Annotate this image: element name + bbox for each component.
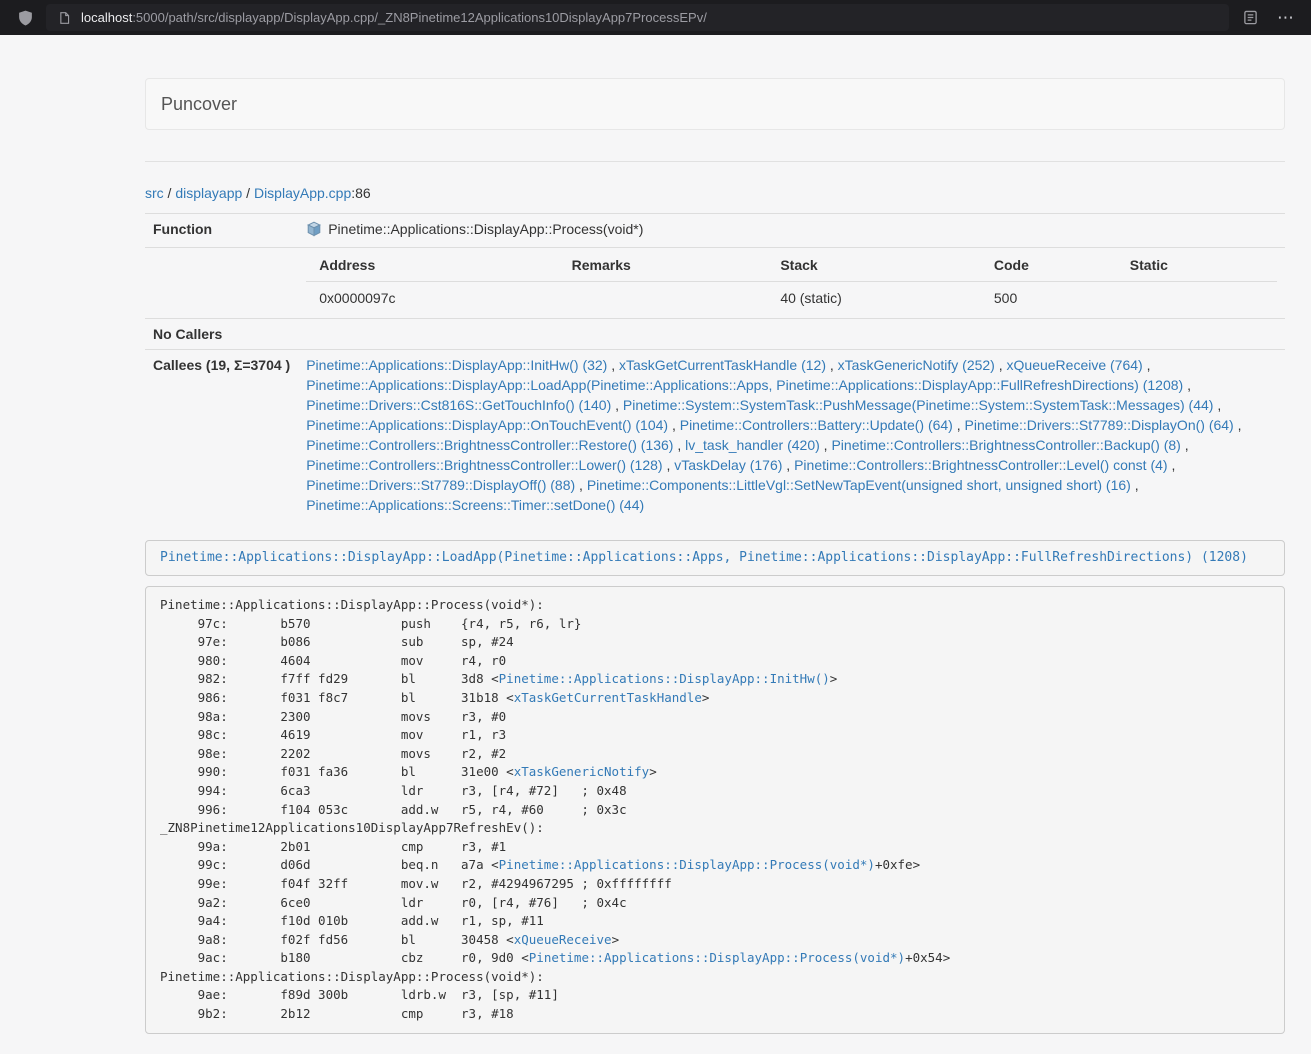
metrics-value: 500 bbox=[981, 282, 1117, 314]
reader-view-icon[interactable] bbox=[1237, 5, 1263, 31]
callee-link[interactable]: Pinetime::Applications::Screens::Timer::… bbox=[306, 497, 644, 513]
breadcrumb-link[interactable]: DisplayApp.cpp bbox=[254, 185, 351, 201]
callee-link[interactable]: xQueueReceive (764) bbox=[1007, 357, 1143, 373]
no-callers-label: No Callers bbox=[145, 319, 298, 350]
breadcrumb-link[interactable]: src bbox=[145, 185, 164, 201]
callee-link[interactable]: Pinetime::Controllers::Battery::Update()… bbox=[680, 417, 953, 433]
callee-link[interactable]: Pinetime::Applications::DisplayApp::Init… bbox=[306, 357, 607, 373]
callee-separator: , bbox=[1234, 417, 1242, 433]
metrics-header: Code bbox=[981, 253, 1117, 282]
metrics-row: AddressRemarksStackCodeStatic 0x0000097c… bbox=[145, 248, 1285, 319]
callee-link[interactable]: Pinetime::Drivers::St7789::DisplayOn() (… bbox=[965, 417, 1234, 433]
disassembly: Pinetime::Applications::DisplayApp::Proc… bbox=[145, 586, 1285, 1034]
metrics-value-row: 0x0000097c 40 (static)500 bbox=[306, 282, 1277, 314]
metrics-value: 40 (static) bbox=[767, 282, 981, 314]
function-name: Pinetime::Applications::DisplayApp::Proc… bbox=[328, 221, 643, 237]
callee-separator: , bbox=[1213, 397, 1221, 413]
breadcrumb-separator: / bbox=[242, 185, 254, 201]
callee-link[interactable]: Pinetime::Applications::DisplayApp::OnTo… bbox=[306, 417, 668, 433]
function-name-cell: Pinetime::Applications::DisplayApp::Proc… bbox=[298, 214, 1285, 248]
callee-link[interactable]: xTaskGetCurrentTaskHandle (12) bbox=[619, 357, 826, 373]
code-symbol-link[interactable]: xTaskGenericNotify bbox=[514, 764, 649, 779]
callees-label: Callees (19, Σ=3704 ) bbox=[145, 350, 298, 521]
callee-link[interactable]: Pinetime::Controllers::BrightnessControl… bbox=[306, 457, 662, 473]
metrics-header: Remarks bbox=[559, 253, 768, 282]
code-symbol-link[interactable]: Pinetime::Applications::DisplayApp::Init… bbox=[499, 671, 830, 686]
symbol-table: Function Pinetime::Applications::Display… bbox=[145, 213, 1285, 520]
divider bbox=[145, 161, 1285, 162]
function-label: Function bbox=[145, 214, 298, 248]
callee-link[interactable]: lv_task_handler (420) bbox=[685, 437, 820, 453]
callee-separator: , bbox=[673, 437, 685, 453]
code-symbol-link[interactable]: Pinetime::Applications::DisplayApp::Proc… bbox=[499, 857, 875, 872]
snippet-header-link[interactable]: Pinetime::Applications::DisplayApp::Load… bbox=[160, 550, 1248, 565]
page-icon[interactable] bbox=[55, 9, 73, 27]
metrics-cell: AddressRemarksStackCodeStatic 0x0000097c… bbox=[298, 248, 1285, 319]
callee-link[interactable]: Pinetime::Components::LittleVgl::SetNewT… bbox=[587, 477, 1131, 493]
callee-separator: , bbox=[953, 417, 965, 433]
callees-row: Callees (19, Σ=3704 ) Pinetime::Applicat… bbox=[145, 350, 1285, 521]
breadcrumb-separator: / bbox=[164, 185, 176, 201]
breadcrumb-suffix: :86 bbox=[351, 185, 370, 201]
callee-separator: , bbox=[575, 477, 587, 493]
code-symbol-link[interactable]: xTaskGetCurrentTaskHandle bbox=[514, 690, 702, 705]
metrics-header: Stack bbox=[767, 253, 981, 282]
main-container: Puncover src / displayapp / DisplayApp.c… bbox=[145, 78, 1285, 1034]
breadcrumb-link[interactable]: displayapp bbox=[175, 185, 242, 201]
symbol-type-icon bbox=[306, 221, 322, 242]
callee-link[interactable]: Pinetime::Controllers::BrightnessControl… bbox=[306, 437, 673, 453]
callee-link[interactable]: Pinetime::Drivers::St7789::DisplayOff() … bbox=[306, 477, 575, 493]
metrics-value: 0x0000097c bbox=[306, 282, 558, 314]
metrics-value bbox=[559, 282, 768, 314]
metrics-header: Address bbox=[306, 253, 558, 282]
callers-row: No Callers bbox=[145, 319, 1285, 350]
code-symbol-link[interactable]: Pinetime::Applications::DisplayApp::Proc… bbox=[529, 950, 905, 965]
callee-separator: , bbox=[611, 397, 623, 413]
callee-link[interactable]: Pinetime::System::SystemTask::PushMessag… bbox=[623, 397, 1214, 413]
url-host: localhost bbox=[81, 10, 132, 25]
code-symbol-link[interactable]: xQueueReceive bbox=[514, 932, 612, 947]
url-path: :5000/path/src/displayapp/DisplayApp.cpp… bbox=[132, 10, 707, 25]
metrics-table: AddressRemarksStackCodeStatic 0x0000097c… bbox=[306, 253, 1277, 313]
shield-icon[interactable] bbox=[12, 5, 38, 31]
metrics-value bbox=[1117, 282, 1277, 314]
callee-link[interactable]: vTaskDelay (176) bbox=[674, 457, 782, 473]
callee-separator: , bbox=[782, 457, 794, 473]
callee-separator: , bbox=[1183, 377, 1191, 393]
brand-link[interactable]: Puncover bbox=[146, 79, 252, 129]
callee-separator: , bbox=[663, 457, 675, 473]
callee-separator: , bbox=[1168, 457, 1176, 473]
callee-separator: , bbox=[1131, 477, 1139, 493]
metrics-header: Static bbox=[1117, 253, 1277, 282]
overflow-menu-icon[interactable]: ⋯ bbox=[1273, 9, 1299, 26]
callee-separator: , bbox=[668, 417, 680, 433]
callee-separator: , bbox=[1143, 357, 1151, 373]
callee-separator: , bbox=[995, 357, 1007, 373]
snippet-header-panel: Pinetime::Applications::DisplayApp::Load… bbox=[145, 540, 1285, 576]
browser-toolbar: localhost:5000/path/src/displayapp/Displ… bbox=[0, 0, 1311, 35]
callee-link[interactable]: Pinetime::Drivers::Cst816S::GetTouchInfo… bbox=[306, 397, 611, 413]
navbar: Puncover bbox=[145, 78, 1285, 130]
address-bar[interactable]: localhost:5000/path/src/displayapp/Displ… bbox=[46, 4, 1229, 31]
callee-separator: , bbox=[1181, 437, 1189, 453]
callee-link[interactable]: Pinetime::Controllers::BrightnessControl… bbox=[794, 457, 1167, 473]
callee-separator: , bbox=[820, 437, 832, 453]
callee-separator: , bbox=[826, 357, 838, 373]
url-text: localhost:5000/path/src/displayapp/Displ… bbox=[81, 10, 707, 25]
callees-list: Pinetime::Applications::DisplayApp::Init… bbox=[298, 350, 1285, 521]
callee-link[interactable]: Pinetime::Controllers::BrightnessControl… bbox=[831, 437, 1180, 453]
callee-link[interactable]: Pinetime::Applications::DisplayApp::Load… bbox=[306, 377, 1183, 393]
function-row: Function Pinetime::Applications::Display… bbox=[145, 214, 1285, 248]
breadcrumb: src / displayapp / DisplayApp.cpp:86 bbox=[145, 183, 1285, 203]
callee-separator: , bbox=[607, 357, 619, 373]
callee-link[interactable]: xTaskGenericNotify (252) bbox=[838, 357, 995, 373]
metrics-header-row: AddressRemarksStackCodeStatic bbox=[306, 253, 1277, 282]
